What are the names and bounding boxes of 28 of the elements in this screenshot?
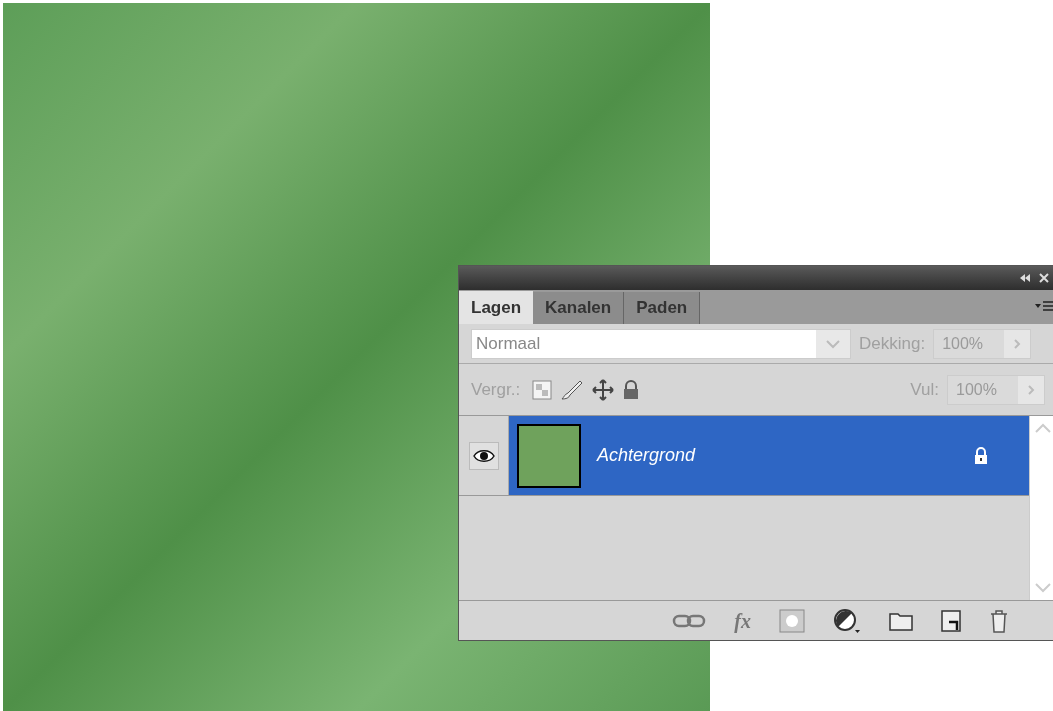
eye-icon <box>472 448 495 463</box>
brush-icon[interactable] <box>560 378 585 401</box>
fx-button[interactable]: fx <box>734 605 751 636</box>
close-icon[interactable] <box>1039 273 1049 283</box>
collapse-icon[interactable] <box>1019 273 1031 283</box>
chevron-down-icon <box>825 338 841 349</box>
chevron-right-icon <box>1027 383 1035 396</box>
chevron-right-icon <box>1013 337 1022 350</box>
fill-field[interactable]: 100% <box>947 374 1045 405</box>
folder-icon[interactable] <box>889 610 913 631</box>
link-icon[interactable] <box>672 613 707 628</box>
move-icon[interactable] <box>592 378 615 401</box>
panel-tab[interactable]: Lagen <box>459 291 534 324</box>
panel-tab[interactable]: Paden <box>624 292 701 324</box>
panel-menu-icon[interactable] <box>1035 300 1053 312</box>
checkerboard-icon[interactable] <box>532 379 553 400</box>
new-layer-icon[interactable] <box>941 609 961 632</box>
layer-row[interactable]: Achtergrond <box>509 416 1029 495</box>
blend-mode-value: Normaal <box>475 332 542 355</box>
layer-name: Achtergrond <box>597 444 696 467</box>
layer-thumbnail <box>517 423 581 488</box>
half-circle-icon[interactable] <box>833 607 861 634</box>
blend-mode-dropdown[interactable]: Normaal <box>471 328 851 359</box>
lock-icon[interactable] <box>622 379 641 400</box>
panel-tab[interactable]: Kanalen <box>533 292 625 324</box>
visibility-toggle[interactable] <box>468 441 499 470</box>
opacity-field[interactable]: 100% <box>933 328 1032 359</box>
trash-icon[interactable] <box>989 608 1009 633</box>
